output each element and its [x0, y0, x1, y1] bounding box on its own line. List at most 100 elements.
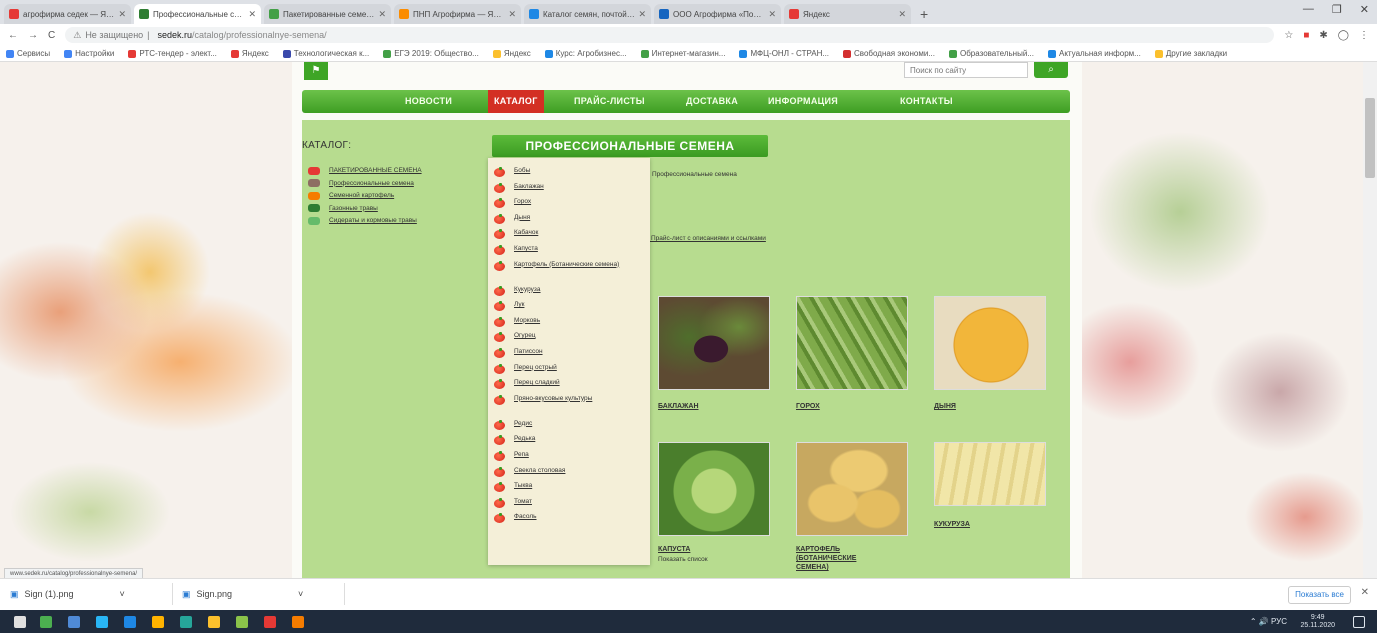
download-item[interactable]: ▣ Sign (1).png ˅: [10, 585, 125, 603]
dropdown-item[interactable]: Кукуруза: [494, 285, 644, 302]
site-logo[interactable]: ⚑: [304, 62, 328, 80]
windows-start-icon[interactable]: [14, 616, 26, 628]
bookmark-item[interactable]: Сервисы: [6, 49, 50, 58]
product-label-cabbage[interactable]: КАПУСТА: [658, 545, 778, 554]
browser-tab[interactable]: Каталог семян, почтой в интерне...✕: [524, 4, 651, 24]
close-window-button[interactable]: ✕: [1360, 3, 1369, 16]
chevron-down-icon[interactable]: ˅: [120, 585, 125, 603]
dropdown-item[interactable]: Картофель (Ботанические семена): [494, 260, 644, 286]
show-list-link[interactable]: Показать список: [658, 556, 708, 563]
browser-tab[interactable]: Профессиональные семена от...✕: [134, 4, 261, 24]
back-button[interactable]: ←: [8, 30, 18, 41]
dropdown-item[interactable]: Тыква: [494, 482, 644, 498]
product-label-melon[interactable]: ДЫНЯ: [934, 402, 1054, 411]
url-input[interactable]: ⚠ Не защищено | sedek.ru /catalog/profes…: [65, 27, 1275, 43]
close-tab-icon[interactable]: ✕: [378, 9, 386, 20]
edge-icon[interactable]: [68, 616, 80, 628]
bookmark-item[interactable]: Свободная экономи...: [843, 49, 935, 58]
nav-item[interactable]: ИНФОРМАЦИЯ: [768, 90, 838, 113]
chevron-down-icon[interactable]: ˅: [298, 585, 303, 603]
dropdown-item[interactable]: Баклажан: [494, 182, 644, 199]
menu-icon[interactable]: ⋮: [1359, 30, 1369, 41]
bookmark-item[interactable]: Курс: Агробизнес...: [544, 49, 627, 58]
opera-icon[interactable]: [264, 616, 276, 628]
sidebar-item[interactable]: Семенной картофель: [308, 190, 422, 201]
product-label-corn[interactable]: КУКУРУЗА: [934, 520, 1054, 529]
bookmark-item[interactable]: РТС-тендер - элект...: [128, 49, 217, 58]
forward-button[interactable]: →: [28, 30, 38, 41]
download-item[interactable]: ▣ Sign.png ˅: [182, 585, 303, 603]
close-tab-icon[interactable]: ✕: [768, 9, 776, 20]
close-tab-icon[interactable]: ✕: [248, 9, 256, 20]
files-icon[interactable]: [180, 616, 192, 628]
photos-icon[interactable]: [208, 616, 220, 628]
dropdown-item[interactable]: Репа: [494, 450, 644, 467]
system-tray[interactable]: ⌃ 🔊 РУС: [1250, 617, 1287, 626]
dropdown-item[interactable]: Перец сладкий: [494, 379, 644, 395]
bookmark-item[interactable]: Настройки: [64, 49, 114, 58]
dropdown-item[interactable]: Морковь: [494, 316, 644, 333]
sidebar-item[interactable]: Профессиональные семена: [308, 178, 422, 189]
bookmark-item[interactable]: Актуальная информ...: [1047, 49, 1141, 58]
page-scrollbar[interactable]: [1363, 62, 1377, 578]
bookmark-item[interactable]: МФЦ-ОНЛ - СТРАН...: [739, 49, 829, 58]
potato-image[interactable]: [796, 442, 908, 536]
dropdown-item[interactable]: Свекла столовая: [494, 466, 644, 483]
close-tab-icon[interactable]: ✕: [508, 9, 516, 20]
dropdown-item[interactable]: Дыня: [494, 213, 644, 230]
browser-tab[interactable]: ПНП Агрофирма — Яндекс: По...✕: [394, 4, 521, 24]
dropdown-item[interactable]: Капуста: [494, 244, 644, 261]
dropdown-item[interactable]: Огурец: [494, 332, 644, 348]
dropdown-item[interactable]: Горох: [494, 198, 644, 214]
bookmark-item[interactable]: Другие закладки: [1154, 49, 1227, 58]
store-icon[interactable]: [96, 616, 108, 628]
site-search-input[interactable]: [904, 62, 1028, 78]
search-icon[interactable]: ⌕: [1034, 62, 1068, 78]
dropdown-item[interactable]: Кабачок: [494, 229, 644, 245]
notification-icon[interactable]: [1353, 616, 1365, 628]
word-icon[interactable]: [152, 616, 164, 628]
new-tab-button[interactable]: +: [920, 4, 928, 24]
bookmark-item[interactable]: Яндекс: [230, 49, 269, 58]
browser-tab[interactable]: Яндекс ✕: [784, 4, 911, 24]
bookmark-item[interactable]: Яндекс: [492, 49, 531, 58]
close-tab-icon[interactable]: ✕: [898, 9, 906, 20]
extension-icon[interactable]: ■: [1303, 30, 1309, 41]
clock[interactable]: 9:49 25.11.2020: [1300, 614, 1335, 630]
dropdown-item[interactable]: Томат: [494, 497, 644, 514]
star-icon[interactable]: ☆: [1284, 30, 1293, 41]
browser-tab[interactable]: Пакетированные семена... ✕: [264, 4, 391, 24]
maximize-button[interactable]: ❐: [1332, 3, 1342, 16]
dropdown-item[interactable]: Бобы: [494, 167, 644, 183]
close-tab-icon[interactable]: ✕: [118, 9, 126, 20]
product-label-peas[interactable]: ГОРОХ: [796, 402, 916, 411]
close-icon[interactable]: ✕: [1361, 587, 1369, 598]
browser-tab[interactable]: ООО Агрофирма «Поиск Моск...✕: [654, 4, 781, 24]
dropdown-item[interactable]: Редис: [494, 419, 644, 436]
dropdown-item[interactable]: Пряно-вкусовые культуры: [494, 394, 644, 420]
reload-button[interactable]: C: [48, 30, 55, 41]
bookmark-item[interactable]: Технологическая к...: [282, 49, 369, 58]
melon-image[interactable]: [934, 296, 1046, 390]
price-list-link[interactable]: на Прайс-лист с описаниями и ссылками: [642, 235, 766, 242]
profile-icon[interactable]: ◯: [1338, 30, 1349, 41]
bookmark-item[interactable]: Интернет-магазин...: [640, 49, 725, 58]
nav-item[interactable]: НОВОСТИ: [405, 90, 452, 113]
puzzle-icon[interactable]: ✱: [1319, 30, 1327, 41]
sidebar-item[interactable]: Газонные травы: [308, 203, 422, 214]
search-icon[interactable]: [40, 616, 52, 628]
sidebar-item[interactable]: Сидераты и кормовые травы: [308, 215, 422, 226]
eggplant-image[interactable]: [658, 296, 770, 390]
mail-icon[interactable]: [124, 616, 136, 628]
chrome-icon[interactable]: [236, 616, 248, 628]
dropdown-item[interactable]: Лук: [494, 301, 644, 317]
corn-image[interactable]: [934, 442, 1046, 506]
dropdown-item[interactable]: Перец острый: [494, 363, 644, 380]
product-label-potato[interactable]: КАРТОФЕЛЬ (БОТАНИЧЕСКИЕ СЕМЕНА): [796, 545, 886, 572]
show-all-downloads-button[interactable]: Показать все: [1288, 586, 1351, 604]
sidebar-item[interactable]: ПАКЕТИРОВАННЫЕ СЕМЕНА: [308, 165, 422, 176]
product-label-eggplant[interactable]: БАКЛАЖАН: [658, 402, 778, 411]
browser-tab[interactable]: агрофирма седек — Яндекс: на...✕: [4, 4, 131, 24]
close-tab-icon[interactable]: ✕: [638, 9, 646, 20]
nav-item[interactable]: КАТАЛОГ: [488, 90, 544, 113]
